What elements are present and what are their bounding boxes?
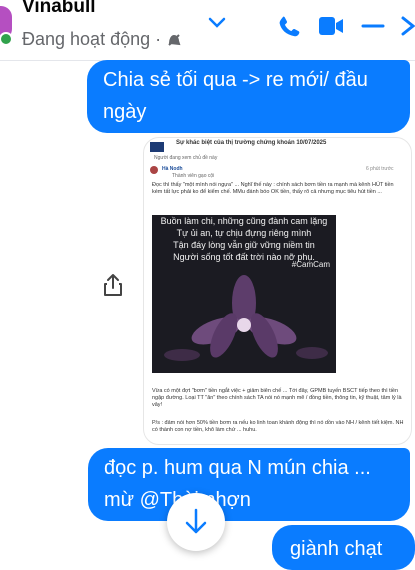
author-avatar	[150, 166, 158, 174]
forum-logo	[150, 142, 164, 152]
activity-status-text: Đang hoạt động ·	[22, 29, 162, 49]
post-badge: Thành viên gạo cội	[172, 173, 215, 179]
quote-hashtag: #CamCam	[291, 260, 330, 269]
message-bubble[interactable]: giành chạt	[272, 525, 415, 570]
message-text: Chia sẻ tối qua -> re mới/ đầu ngày	[103, 69, 368, 123]
minimize-icon[interactable]	[361, 14, 385, 38]
message-bubble[interactable]: Chia sẻ tối qua -> re mới/ đầu ngày	[87, 60, 410, 133]
activity-status: Đang hoạt động ·	[22, 29, 183, 50]
post-author: Hà Nodh	[162, 166, 183, 172]
quote-line: Buồn làm chi, những cũng đành cam lặng	[160, 216, 328, 226]
quote-line: Tận đáy lòng vẫn giữ vững niềm tin	[173, 240, 315, 250]
post-time: 6 phút trước	[366, 166, 394, 172]
quote-photo: Buồn làm chi, những cũng đành cam lặng T…	[152, 215, 336, 373]
shared-image-message[interactable]: Sự khác biệt của thị trường chứng khoán …	[143, 137, 412, 445]
scroll-to-bottom-button[interactable]	[167, 493, 225, 551]
mute-icon	[168, 33, 181, 46]
quote-line: Tự ủi an, tự chịu đựng riêng mình	[176, 228, 312, 238]
post-bullet: Vừa có một đợt "bơm" tiền ngắt việc + gi…	[152, 388, 402, 408]
arrow-down-icon	[185, 508, 207, 534]
chevron-down-icon[interactable]	[207, 12, 227, 32]
chat-header: Vinabull Đang hoạt động ·	[0, 0, 415, 61]
post-subtitle: Người đang xem chủ đề này	[154, 155, 218, 161]
post-title: Sự khác biệt của thị trường chứng khoán …	[176, 140, 327, 146]
online-status-dot	[0, 32, 13, 46]
post-ps: P/s : đảm nói hơn 50% tiền bơm ra nếu ko…	[152, 420, 404, 433]
phone-icon[interactable]	[276, 14, 302, 40]
contact-name[interactable]: Vinabull	[22, 0, 96, 18]
post-body: Đọc thì thấy "một mình nói ngựa" ... Ngh…	[152, 182, 394, 195]
share-icon[interactable]	[103, 273, 123, 297]
video-icon[interactable]	[318, 14, 344, 38]
message-text: đọc p. hum qua N mún chia ... mừ @Thài n…	[104, 457, 371, 511]
close-icon[interactable]	[400, 14, 415, 38]
message-bubble[interactable]: đọc p. hum qua N mún chia ... mừ @Thài n…	[88, 448, 410, 521]
